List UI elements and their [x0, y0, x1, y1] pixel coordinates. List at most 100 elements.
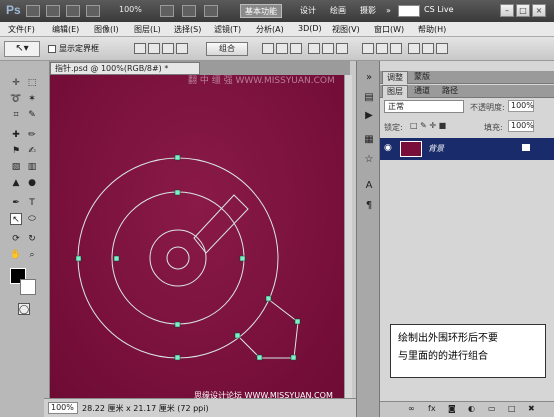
intersect-shape-icon[interactable] [162, 43, 174, 54]
type-tool-icon[interactable]: T [26, 197, 38, 209]
zoom-tool-icon[interactable]: ⌕ [26, 249, 38, 261]
hand-tool-icon[interactable] [160, 5, 174, 17]
exclude-shape-icon[interactable] [176, 43, 188, 54]
paragraph-panel-icon[interactable]: ¶ [362, 199, 376, 212]
minimize-button[interactable]: – [500, 4, 514, 17]
menu-window[interactable]: 窗口(W) [374, 24, 404, 35]
anchor-point[interactable] [239, 255, 246, 262]
anchor-point[interactable] [234, 332, 241, 339]
layer-style-icon[interactable]: fx [428, 404, 436, 413]
align-hcenter-icon[interactable] [322, 43, 334, 54]
blend-mode-select[interactable]: 正常 [384, 100, 464, 113]
search-field[interactable] [398, 5, 420, 17]
align-left-icon[interactable] [308, 43, 320, 54]
distribute-vcenter-icon[interactable] [376, 43, 388, 54]
guides-icon[interactable] [66, 5, 80, 17]
menu-edit[interactable]: 编辑(E) [52, 24, 79, 35]
tab-channels[interactable]: 通道 [410, 85, 434, 98]
rotate-view-icon[interactable] [182, 5, 196, 17]
anchor-point[interactable] [75, 255, 82, 262]
pen-tool-icon[interactable]: ✒ [10, 197, 22, 209]
bridge-icon[interactable] [26, 5, 40, 17]
vertical-scrollbar[interactable] [344, 75, 352, 398]
combine-button[interactable]: 组合 [206, 42, 248, 56]
anchor-point[interactable] [256, 354, 263, 361]
workspace-photography[interactable]: 摄影 [356, 4, 380, 18]
styles-panel-icon[interactable]: ☆ [362, 153, 376, 166]
visibility-eye-icon[interactable]: ◉ [384, 143, 394, 153]
adjustment-layer-icon[interactable]: ◐ [468, 404, 475, 413]
add-mask-icon[interactable]: ◙ [448, 404, 456, 413]
distribute-left-icon[interactable] [408, 43, 420, 54]
marquee-tool-icon[interactable]: ⬚ [26, 77, 38, 89]
blur-tool-icon[interactable]: ▲ [10, 177, 22, 189]
distribute-bottom-icon[interactable] [390, 43, 402, 54]
actions-panel-icon[interactable]: ▶ [362, 109, 376, 122]
tool-preset-picker[interactable]: ↖▾ [4, 41, 40, 57]
anchor-point[interactable] [294, 318, 301, 325]
crop-tool-icon[interactable]: ⌗ [10, 109, 22, 121]
document-tab[interactable]: 指针.psd @ 100%(RGB/8#) * [50, 62, 200, 75]
path-selection-tool-icon[interactable]: ↖ [10, 213, 22, 225]
distribute-hcenter-icon[interactable] [422, 43, 434, 54]
anchor-point[interactable] [290, 354, 297, 361]
menu-analysis[interactable]: 分析(A) [256, 24, 284, 35]
tab-adjustments[interactable]: 调整 [382, 71, 408, 84]
more-workspaces-button[interactable]: » [386, 4, 391, 18]
3d-orbit-tool-icon[interactable]: ↻ [26, 233, 38, 245]
anchor-point[interactable] [174, 321, 181, 328]
canvas[interactable]: 翻 中 缰 强 WWW.MISSYUAN.COM [50, 75, 344, 398]
tab-masks[interactable]: 蒙版 [410, 71, 434, 84]
ellipse-tool-icon[interactable]: ⬭ [26, 213, 38, 225]
zoom-tool-icon[interactable] [86, 5, 100, 17]
history-panel-icon[interactable]: ▤ [362, 91, 376, 104]
move-tool-icon[interactable]: ✛ [10, 77, 22, 89]
eraser-tool-icon[interactable]: ▧ [10, 161, 22, 173]
layer-row-background[interactable]: ◉ 背景 [380, 138, 554, 160]
3d-rotate-tool-icon[interactable]: ⟳ [10, 233, 22, 245]
menu-3d[interactable]: 3D(D) [298, 24, 322, 33]
lock-icons[interactable]: □ ✎ ✛ ■ [410, 121, 446, 130]
clone-stamp-tool-icon[interactable]: ⚑ [10, 145, 22, 157]
lasso-tool-icon[interactable]: ➰ [10, 93, 22, 105]
combine-shape-icon[interactable] [134, 43, 146, 54]
tab-paths[interactable]: 路径 [438, 85, 462, 98]
opacity-field[interactable]: 100% [508, 100, 534, 112]
show-bounding-box-checkbox[interactable] [48, 45, 56, 53]
subtract-shape-icon[interactable] [148, 43, 160, 54]
gradient-tool-icon[interactable]: ▥ [26, 161, 38, 173]
healing-brush-tool-icon[interactable]: ✚ [10, 129, 22, 141]
mini-bridge-icon[interactable] [46, 5, 60, 17]
tab-layers[interactable]: 图层 [382, 85, 408, 98]
zoom-level[interactable]: 100% [119, 5, 142, 14]
anchor-point[interactable] [174, 354, 181, 361]
align-bottom-icon[interactable] [290, 43, 302, 54]
quick-mask-icon[interactable]: ◯ [18, 303, 30, 315]
menu-select[interactable]: 选择(S) [174, 24, 201, 35]
menu-image[interactable]: 图像(I) [94, 24, 119, 35]
eyedropper-tool-icon[interactable]: ✎ [26, 109, 38, 121]
quick-select-tool-icon[interactable]: ✶ [26, 93, 38, 105]
swatches-panel-icon[interactable]: ▦ [362, 133, 376, 146]
brush-tool-icon[interactable]: ✏ [26, 129, 38, 141]
distribute-top-icon[interactable] [362, 43, 374, 54]
link-layers-icon[interactable]: ∞ [408, 404, 415, 413]
anchor-point[interactable] [174, 154, 181, 161]
align-vcenter-icon[interactable] [276, 43, 288, 54]
hand-tool-icon[interactable]: ✋ [10, 249, 22, 261]
menu-view[interactable]: 视图(V) [332, 24, 360, 35]
delete-layer-icon[interactable]: ✖ [528, 404, 535, 413]
menu-file[interactable]: 文件(F) [8, 24, 35, 35]
history-brush-tool-icon[interactable]: ✍ [26, 145, 38, 157]
maximize-button[interactable]: □ [516, 4, 530, 17]
distribute-right-icon[interactable] [436, 43, 448, 54]
workspace-essentials[interactable]: 基本功能 [240, 4, 282, 18]
menu-filter[interactable]: 滤镜(T) [214, 24, 241, 35]
menu-layer[interactable]: 图层(L) [134, 24, 161, 35]
menu-help[interactable]: 帮助(H) [418, 24, 446, 35]
cs-live-button[interactable]: CS Live [424, 5, 454, 14]
arrange-documents-icon[interactable] [204, 5, 218, 17]
align-right-icon[interactable] [336, 43, 348, 54]
background-color-swatch[interactable] [20, 279, 36, 295]
collapse-dock-icon[interactable]: » [362, 71, 376, 84]
